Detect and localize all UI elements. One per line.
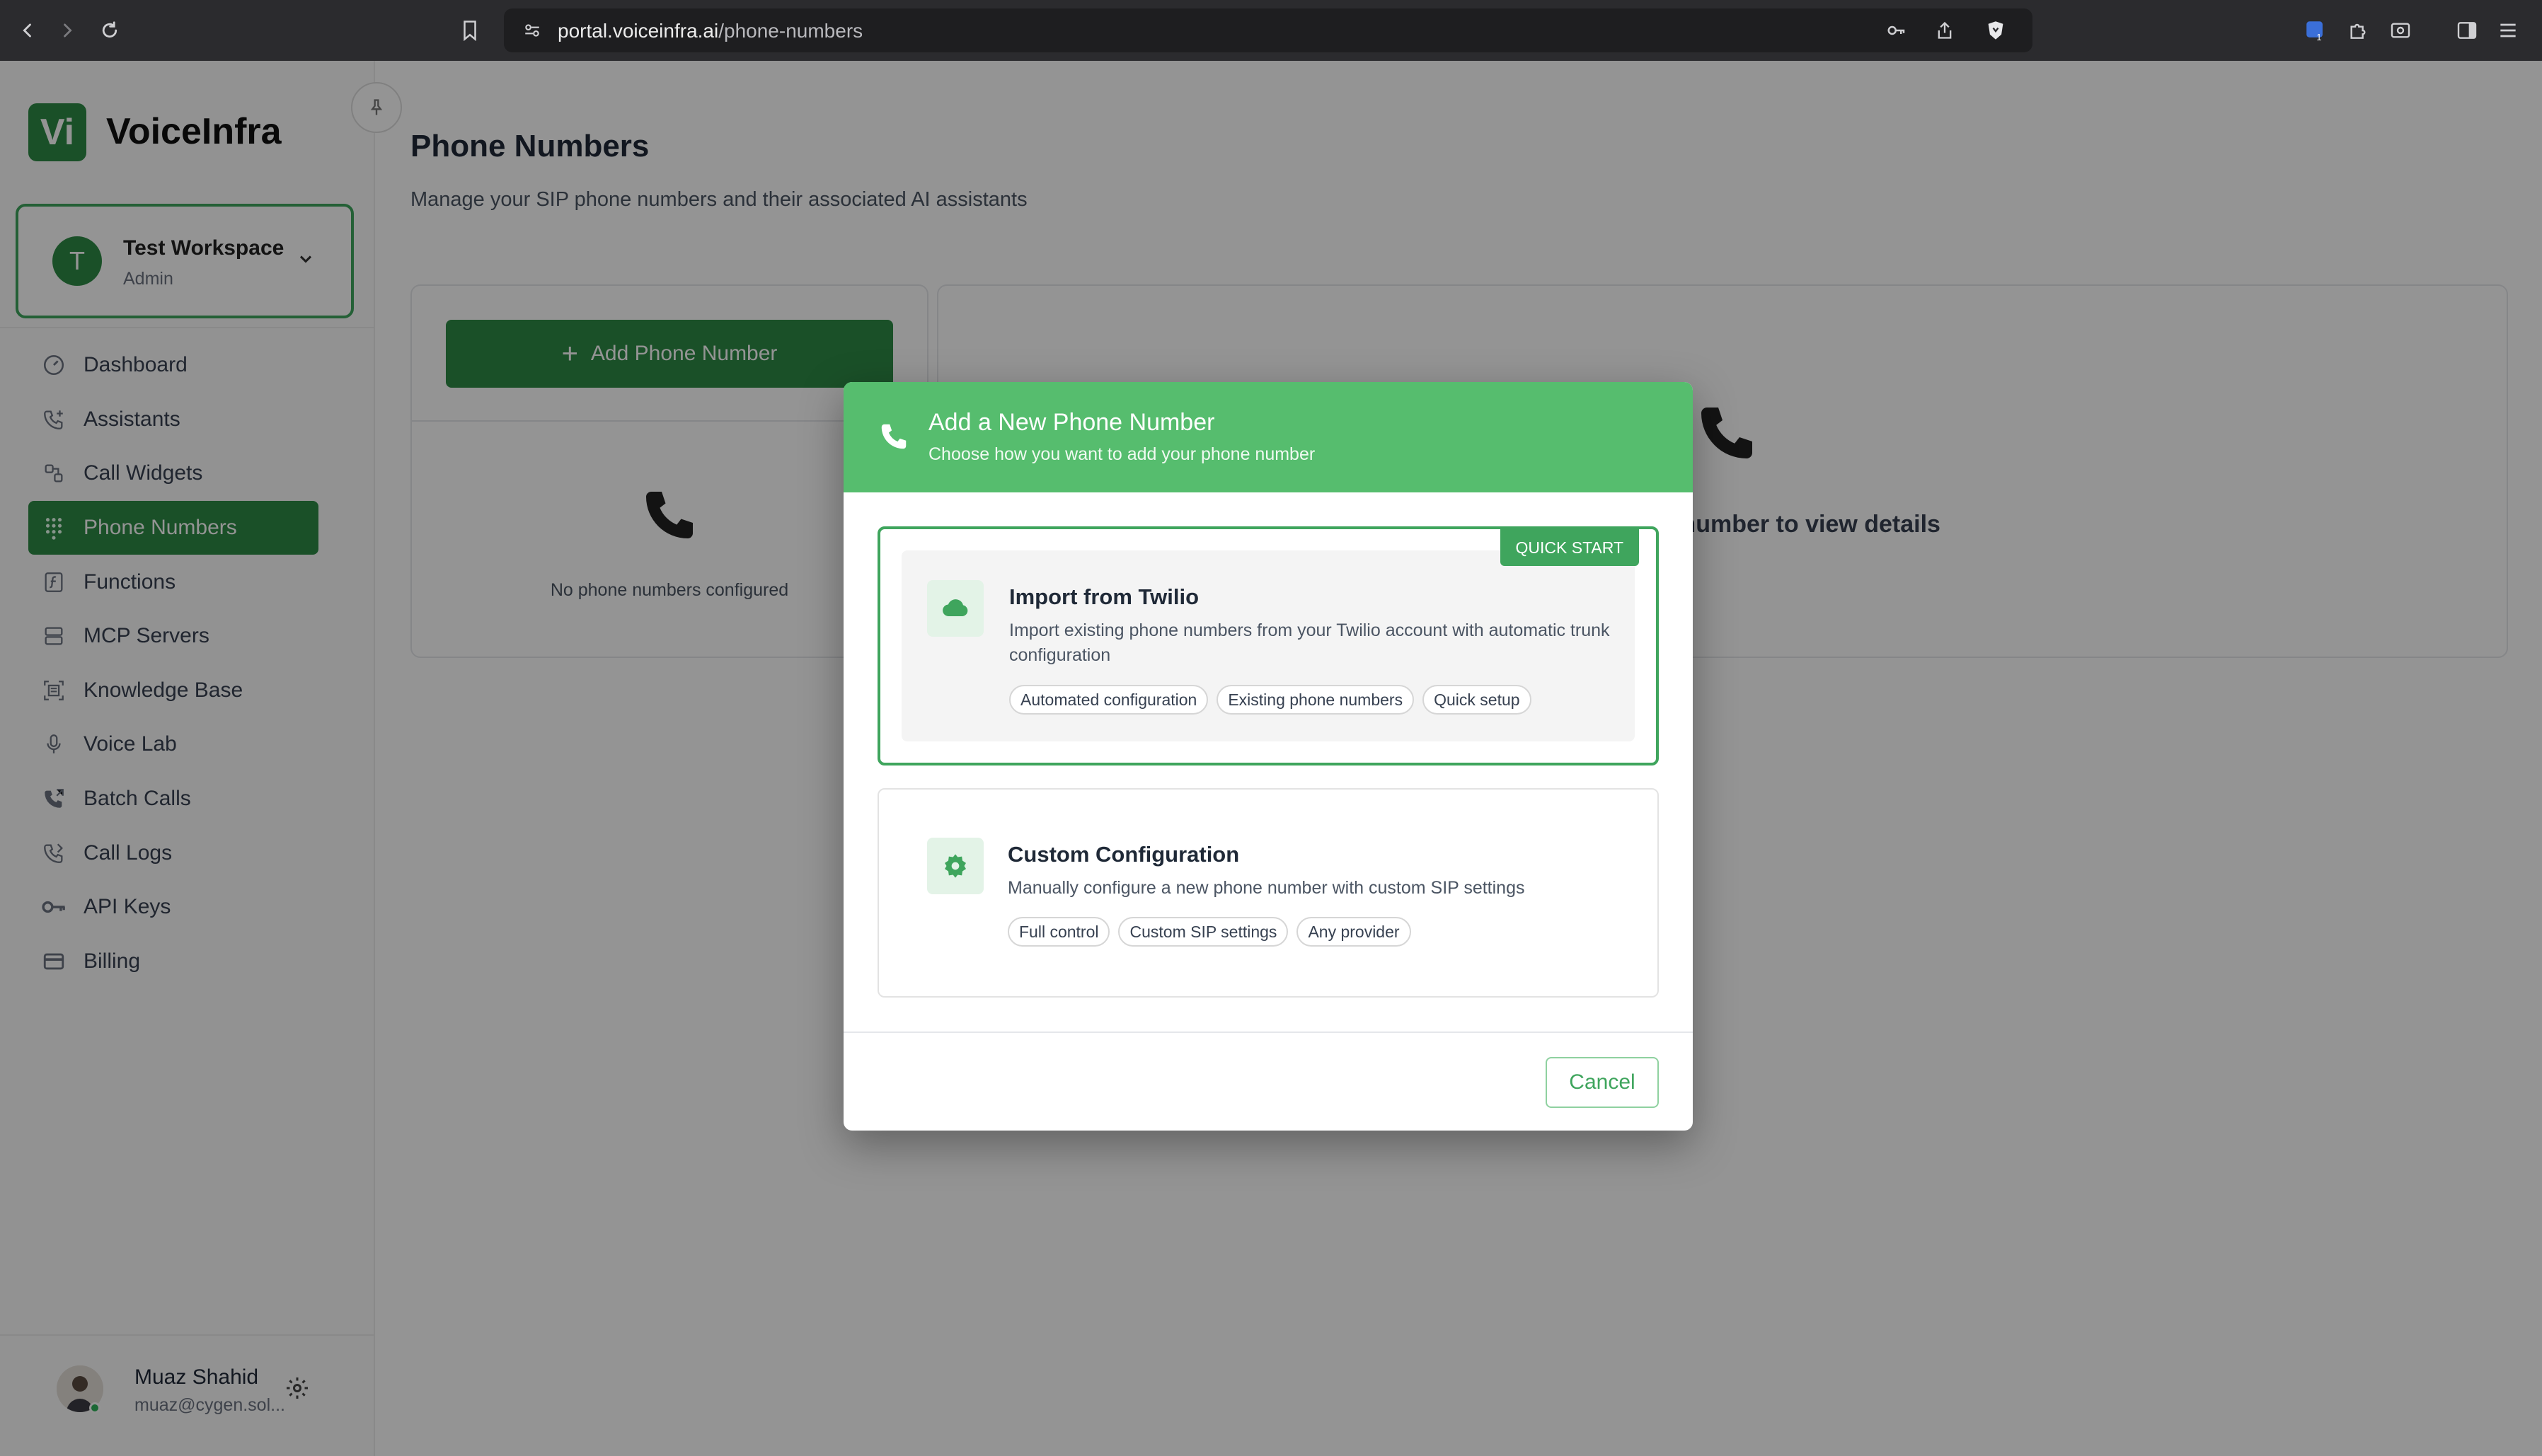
cloud-icon [927,580,984,637]
menu-icon[interactable] [2492,15,2524,46]
browser-toolbar: portal.voiceinfra.ai/phone-numbers 1 [0,0,2542,61]
extension-icon[interactable]: 1 [2300,15,2331,46]
back-icon[interactable] [10,13,45,48]
svg-text:1: 1 [2316,32,2321,42]
key-icon[interactable] [1881,15,1912,46]
screenshot-icon[interactable] [2385,15,2416,46]
quick-start-badge: QUICK START [1500,529,1639,566]
option-tags: Automated configuration Existing phone n… [1009,685,1531,715]
option-description: Manually configure a new phone number wi… [1008,878,1525,898]
option-tags: Full control Custom SIP settings Any pro… [1008,917,1411,947]
reload-icon[interactable] [92,13,127,48]
forward-icon[interactable] [50,13,85,48]
address-bar[interactable]: portal.voiceinfra.ai/phone-numbers [504,8,2032,52]
tag-chip: Quick setup [1422,685,1531,715]
tag-chip: Custom SIP settings [1118,917,1289,947]
cancel-button[interactable]: Cancel [1546,1057,1659,1108]
share-icon[interactable] [1929,15,1960,46]
url-text: portal.voiceinfra.ai/phone-numbers [558,20,863,42]
option-import-from-twilio[interactable]: QUICK START Import from Twilio Import ex… [878,526,1659,765]
puzzle-icon[interactable] [2342,15,2374,46]
gear-icon [927,838,984,894]
bookmark-icon[interactable] [454,15,485,46]
tag-chip: Existing phone numbers [1217,685,1415,715]
site-settings-icon[interactable] [517,15,548,46]
phone-icon [878,420,910,456]
brave-shield-icon[interactable] [1980,15,2011,46]
add-phone-number-dialog: Add a New Phone Number Choose how you wa… [844,382,1693,1131]
option-title: Import from Twilio [1009,584,1200,609]
option-title: Custom Configuration [1008,842,1240,867]
tag-chip: Any provider [1296,917,1411,947]
sidebar-icon[interactable] [2451,15,2483,46]
dialog-header: Add a New Phone Number Choose how you wa… [844,382,1693,492]
dialog-title: Add a New Phone Number [928,409,1215,436]
option-description: Import existing phone numbers from your … [1009,620,1610,665]
dialog-subtitle: Choose how you want to add your phone nu… [928,444,1316,464]
tag-chip: Full control [1008,917,1110,947]
dialog-footer-divider [844,1032,1693,1033]
tag-chip: Automated configuration [1009,685,1209,715]
option-custom-configuration[interactable]: Custom Configuration Manually configure … [878,788,1659,998]
